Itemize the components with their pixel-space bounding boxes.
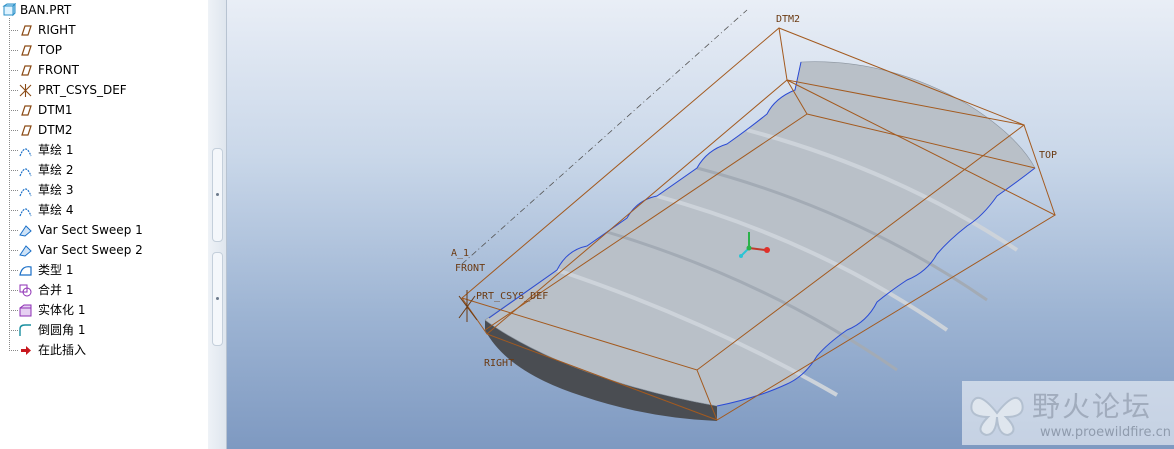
tree-item-label: TOP — [38, 43, 63, 57]
datum-plane-icon — [18, 123, 33, 138]
tree-connector — [9, 200, 18, 211]
coordinate-system-marker — [458, 290, 478, 322]
model-tree: BAN.PRT RIGHT TOP FRONT PRT_CSYS_DEF DTM1 DTM… — [0, 0, 209, 449]
tree-connector — [9, 60, 18, 71]
tree-item-label: PRT_CSYS_DEF — [38, 83, 127, 97]
watermark-url: www.proewildfire.cn — [1040, 425, 1171, 440]
tree-item-label: DTM1 — [38, 103, 73, 117]
sash-grip-top[interactable] — [212, 148, 223, 242]
panel-sash[interactable] — [208, 0, 227, 449]
tree-connector — [9, 320, 18, 331]
datum-plane-icon — [18, 63, 33, 78]
insert-here-arrow-icon — [18, 343, 33, 358]
datum-label-axis: A_1 — [451, 248, 469, 259]
datum-label-top: TOP — [1039, 150, 1057, 161]
butterfly-logo-icon — [970, 396, 1024, 437]
tree-item-label: 草绘 1 — [38, 143, 74, 157]
datum-label-front: FRONT — [455, 263, 485, 274]
merge-icon — [18, 283, 33, 298]
style-icon — [18, 263, 33, 278]
tree-connector — [9, 300, 18, 311]
tree-connector — [9, 260, 18, 271]
tree-item-label: 草绘 3 — [38, 183, 74, 197]
tree-item-label: Var Sect Sweep 1 — [38, 223, 143, 237]
tree-item-label: Var Sect Sweep 2 — [38, 243, 143, 257]
sketch-icon — [18, 163, 33, 178]
datum-label-right: RIGHT — [484, 358, 514, 369]
datum-label-dtm2: DTM2 — [776, 14, 800, 25]
tree-item-label: RIGHT — [38, 23, 76, 37]
part-icon — [2, 2, 17, 18]
watermark-title: 野火论坛 — [1032, 390, 1153, 423]
grip-dot-icon — [216, 297, 219, 300]
datum-plane-icon — [18, 43, 33, 58]
tree-connector — [9, 280, 18, 291]
tree-connector — [9, 160, 18, 171]
sketch-icon — [18, 183, 33, 198]
datum-plane-icon — [18, 103, 33, 118]
sketch-icon — [18, 143, 33, 158]
tree-connector — [9, 220, 18, 231]
tree-connector — [9, 140, 18, 151]
round-icon — [18, 323, 33, 338]
datum-label-csys: PRT_CSYS_DEF — [476, 291, 548, 302]
tree-item-label: 合并 1 — [38, 283, 74, 297]
grip-dot-icon — [216, 193, 219, 196]
tree-item-label: FRONT — [38, 63, 79, 77]
tree-item-label: DTM2 — [38, 123, 73, 137]
datum-plane-icon — [18, 23, 33, 38]
sweep-icon — [18, 223, 33, 238]
tree-connector — [9, 80, 18, 91]
tree-connector — [9, 100, 18, 111]
tree-root-label: BAN.PRT — [20, 3, 72, 17]
tree-item-label: 倒圆角 1 — [38, 323, 86, 337]
sketch-icon — [18, 203, 33, 218]
tree-connector — [9, 340, 18, 351]
tree-connector — [9, 20, 18, 31]
tree-connector — [9, 120, 18, 131]
tree-item-label: 类型 1 — [38, 263, 74, 277]
tree-connector — [9, 240, 18, 251]
watermark: 野火论坛 www.proewildfire.cn — [962, 381, 1174, 445]
tree-item-label: 草绘 2 — [38, 163, 74, 177]
tree-item-label: 草绘 4 — [38, 203, 74, 217]
tree-item-label: 实体化 1 — [38, 303, 86, 317]
sweep-icon — [18, 243, 33, 258]
sash-grip-bottom[interactable] — [212, 252, 223, 346]
tree-connector — [9, 180, 18, 191]
tree-connector — [9, 40, 18, 51]
solidify-icon — [18, 303, 33, 318]
coordinate-system-icon — [18, 83, 33, 98]
tree-item-label: 在此插入 — [38, 343, 87, 357]
